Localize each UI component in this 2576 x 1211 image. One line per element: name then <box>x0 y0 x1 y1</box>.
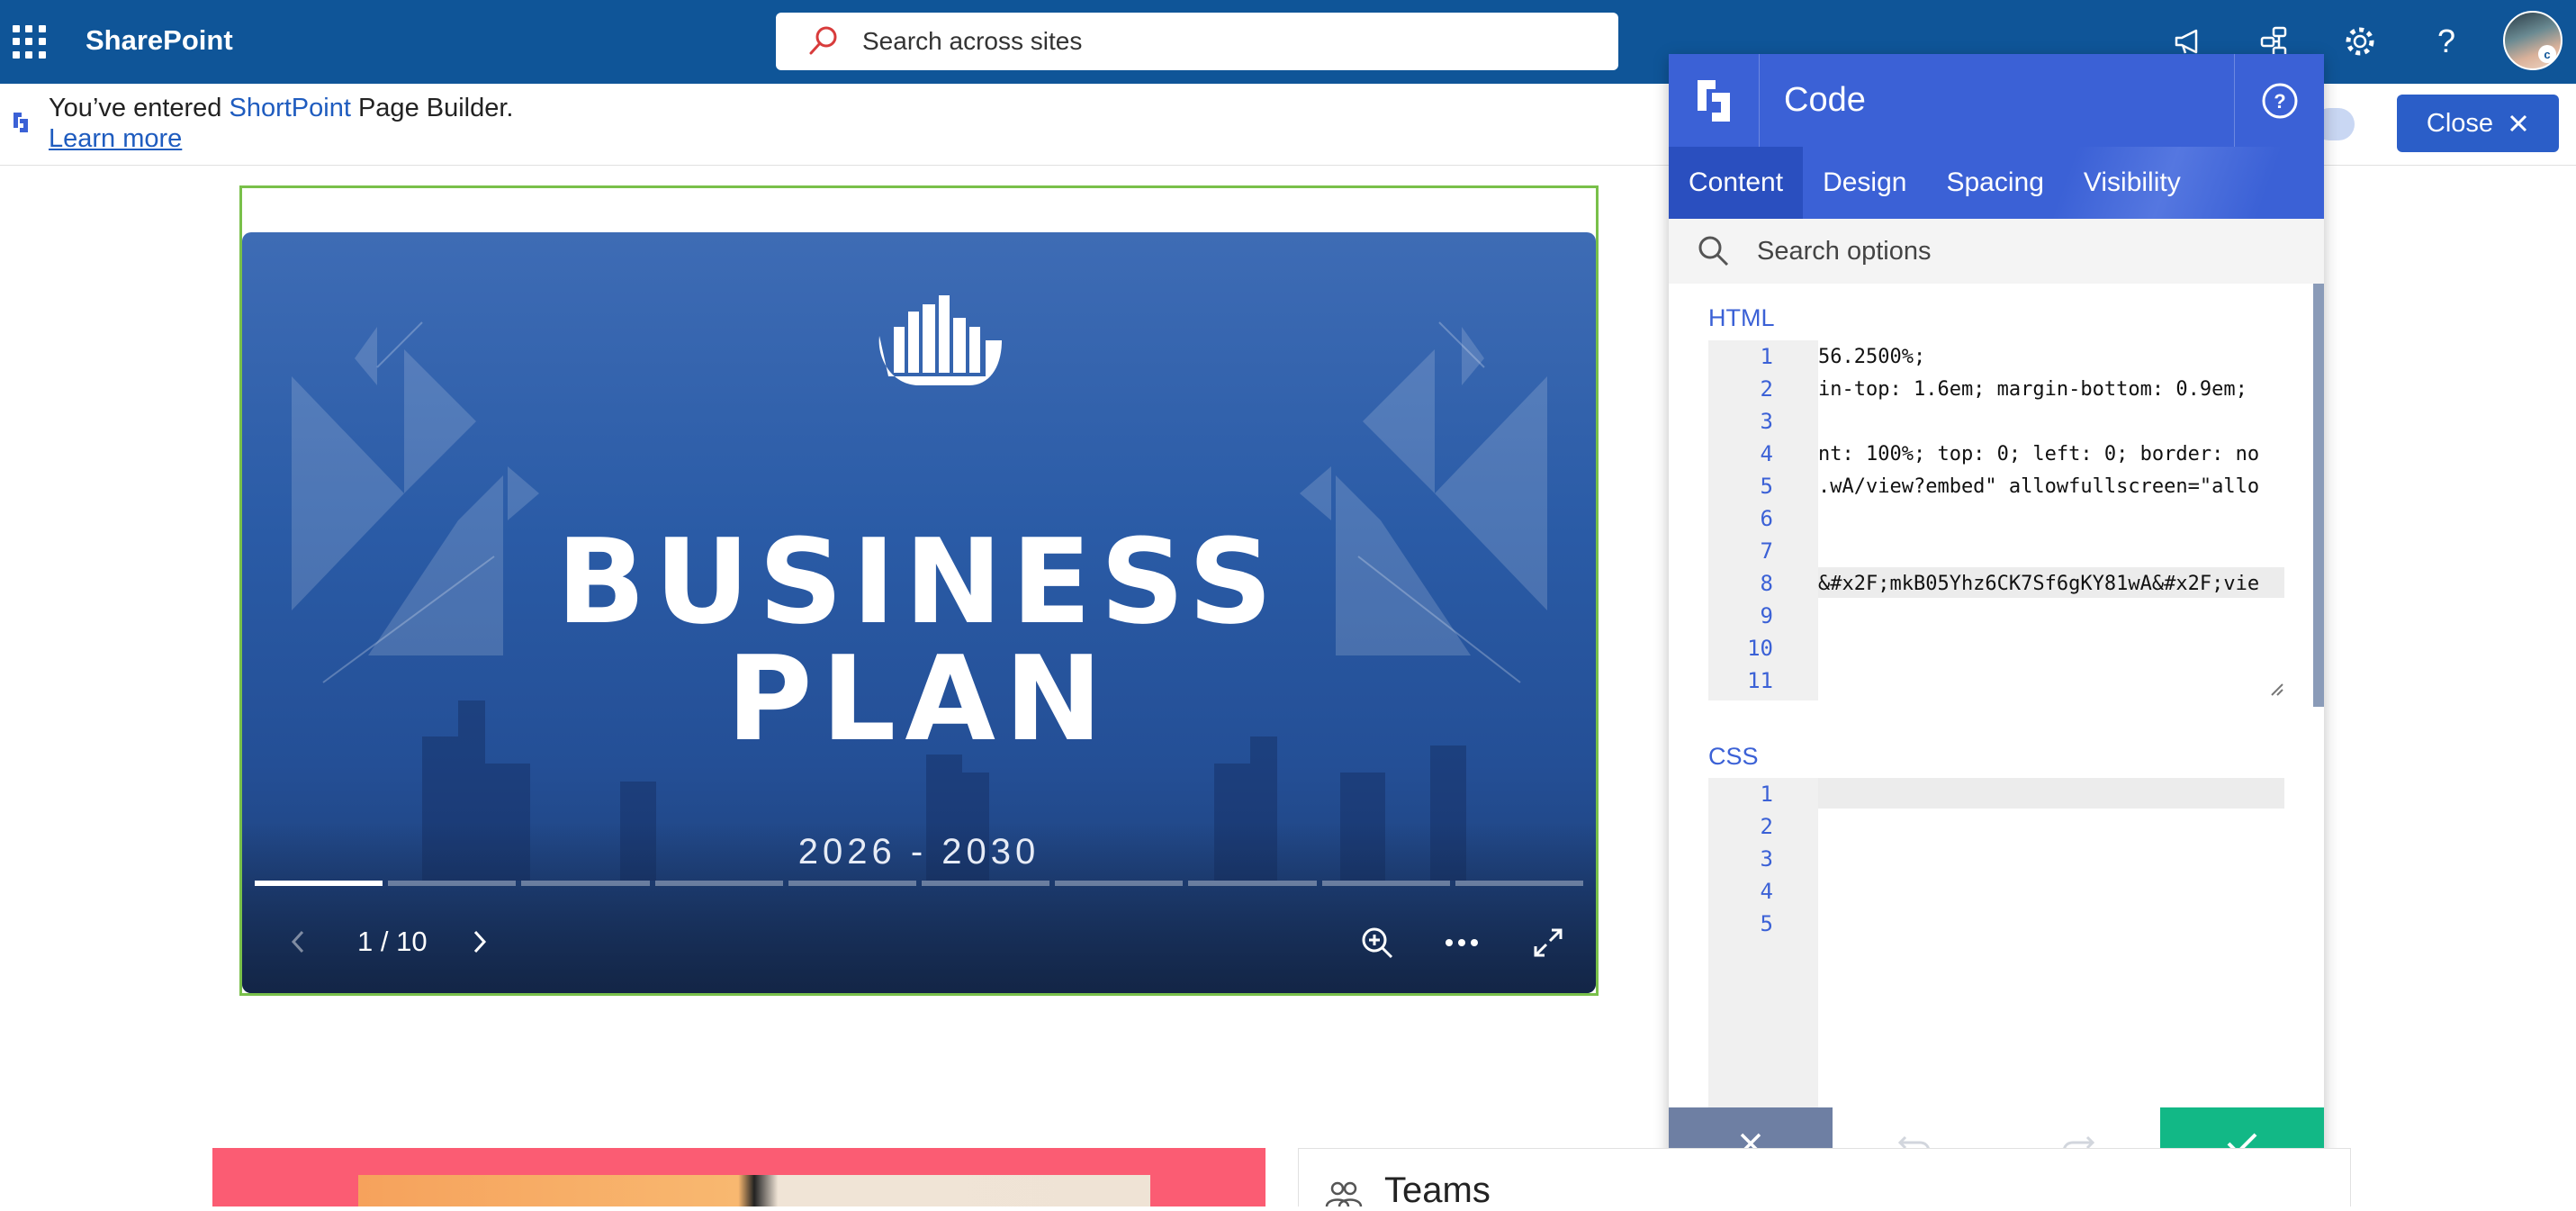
line-number: 4 <box>1760 441 1773 466</box>
line-number: 8 <box>1760 571 1773 596</box>
slide-years: 2026 - 2030 <box>797 832 1040 872</box>
line-number: 4 <box>1760 879 1773 904</box>
panel-title: Code <box>1784 81 1866 119</box>
line-number: 1 <box>1760 782 1773 807</box>
line-number: 6 <box>1760 506 1773 531</box>
next-slide-button[interactable] <box>462 924 498 960</box>
line-number: 5 <box>1760 474 1773 499</box>
code-line: &#x2F;mkB05Yhz6CK7Sf6gKY81wA&#x2F;vie <box>1818 573 2260 595</box>
learn-more-link[interactable]: Learn more <box>49 124 182 154</box>
notice-brand: ShortPoint <box>229 94 351 122</box>
progress-segment[interactable] <box>255 881 383 886</box>
shortpoint-logo-icon <box>1669 54 1760 147</box>
page-indicator: 1 / 10 <box>357 926 428 957</box>
help-icon[interactable]: ? <box>2425 20 2468 63</box>
tab-content[interactable]: Content <box>1669 147 1804 219</box>
app-name[interactable]: SharePoint <box>86 24 233 57</box>
search-placeholder: Search across sites <box>862 27 1083 55</box>
card-image <box>358 1175 1150 1206</box>
panel-tabs: Content Design Spacing Visibility <box>1669 147 2324 219</box>
more-icon[interactable] <box>1439 920 1484 965</box>
code-line: nt: 100%; top: 0; left: 0; border: no <box>1818 443 2260 465</box>
shortpoint-logo-icon <box>14 113 28 132</box>
code-line: .wA/view?embed" allowfullscreen="allo <box>1818 475 2260 498</box>
active-line-highlight <box>1818 778 2284 809</box>
progress-segment[interactable] <box>388 881 517 886</box>
slide-progress[interactable] <box>255 881 1584 886</box>
notice-prefix: You’ve entered <box>49 94 230 122</box>
progress-segment[interactable] <box>1321 881 1450 886</box>
html-section-label: HTML <box>1708 304 1775 331</box>
css-code-editor[interactable]: 1 2 3 4 5 <box>1708 778 2284 1107</box>
people-icon <box>1325 1181 1363 1206</box>
line-number: 2 <box>1760 814 1773 839</box>
progress-segment[interactable] <box>1188 881 1317 886</box>
panel-scrollbar[interactable] <box>2313 284 2324 707</box>
zoom-in-icon[interactable] <box>1355 920 1400 965</box>
slide-title-line2: PLAN <box>726 630 1112 767</box>
gear-icon[interactable] <box>2338 20 2382 63</box>
progress-segment[interactable] <box>922 881 1050 886</box>
previous-slide-button[interactable] <box>280 924 316 960</box>
code-line: 56.2500%; <box>1818 346 1926 368</box>
notice-text: You’ve entered ShortPoint Page Builder. <box>49 94 513 123</box>
line-number: 3 <box>1760 409 1773 434</box>
progress-segment[interactable] <box>1055 881 1184 886</box>
line-number: 5 <box>1760 911 1773 936</box>
line-number: 1 <box>1760 344 1773 369</box>
line-number: 3 <box>1760 846 1773 872</box>
close-label: Close <box>2426 108 2494 138</box>
progress-segment[interactable] <box>788 881 917 886</box>
city-logo-icon <box>878 295 1002 385</box>
presentation-slide: BUSINESS PLAN 2026 - 2030 1 / 10 <box>242 232 1596 993</box>
html-code-editor[interactable]: 1 56.2500%; 2 in-top: 1.6em; margin-bottom:… <box>1708 340 2284 700</box>
progress-segment[interactable] <box>1455 881 1584 886</box>
notice-suffix: Page Builder. <box>350 94 514 122</box>
line-number: 7 <box>1760 538 1773 564</box>
avatar-status-badge: c <box>2538 45 2556 63</box>
teams-title: Teams <box>1384 1170 1491 1210</box>
options-search-input[interactable]: Search options <box>1669 219 2324 284</box>
resize-handle-icon[interactable] <box>2268 681 2284 697</box>
help-icon[interactable]: ? <box>2234 54 2325 147</box>
tab-visibility[interactable]: Visibility <box>2064 147 2201 219</box>
progress-segment[interactable] <box>654 881 783 886</box>
search-icon <box>809 26 837 55</box>
tab-design[interactable]: Design <box>1803 147 1926 219</box>
search-input[interactable]: Search across sites <box>776 13 1618 70</box>
panel-header: Code ? <box>1669 54 2324 147</box>
avatar[interactable] <box>2503 11 2562 70</box>
svg-text:?: ? <box>2274 90 2285 113</box>
search-icon <box>1698 236 1729 267</box>
progress-segment[interactable] <box>521 881 650 886</box>
options-search-placeholder: Search options <box>1757 236 1932 266</box>
css-section-label: CSS <box>1708 743 1759 770</box>
line-number: 9 <box>1760 603 1773 628</box>
line-number: 10 <box>1747 636 1773 661</box>
line-number: 11 <box>1747 668 1773 693</box>
code-settings-panel: Code ? Content Design Spacing Visibility… <box>1669 54 2324 1179</box>
waffle-icon[interactable] <box>13 25 47 59</box>
fullscreen-icon[interactable] <box>1526 920 1571 965</box>
line-number: 2 <box>1760 376 1773 402</box>
close-icon <box>2510 114 2527 132</box>
close-builder-button[interactable]: Close <box>2397 95 2559 152</box>
code-line: in-top: 1.6em; margin-bottom: 0.9em; <box>1818 378 2247 401</box>
tab-spacing[interactable]: Spacing <box>1926 147 2063 219</box>
